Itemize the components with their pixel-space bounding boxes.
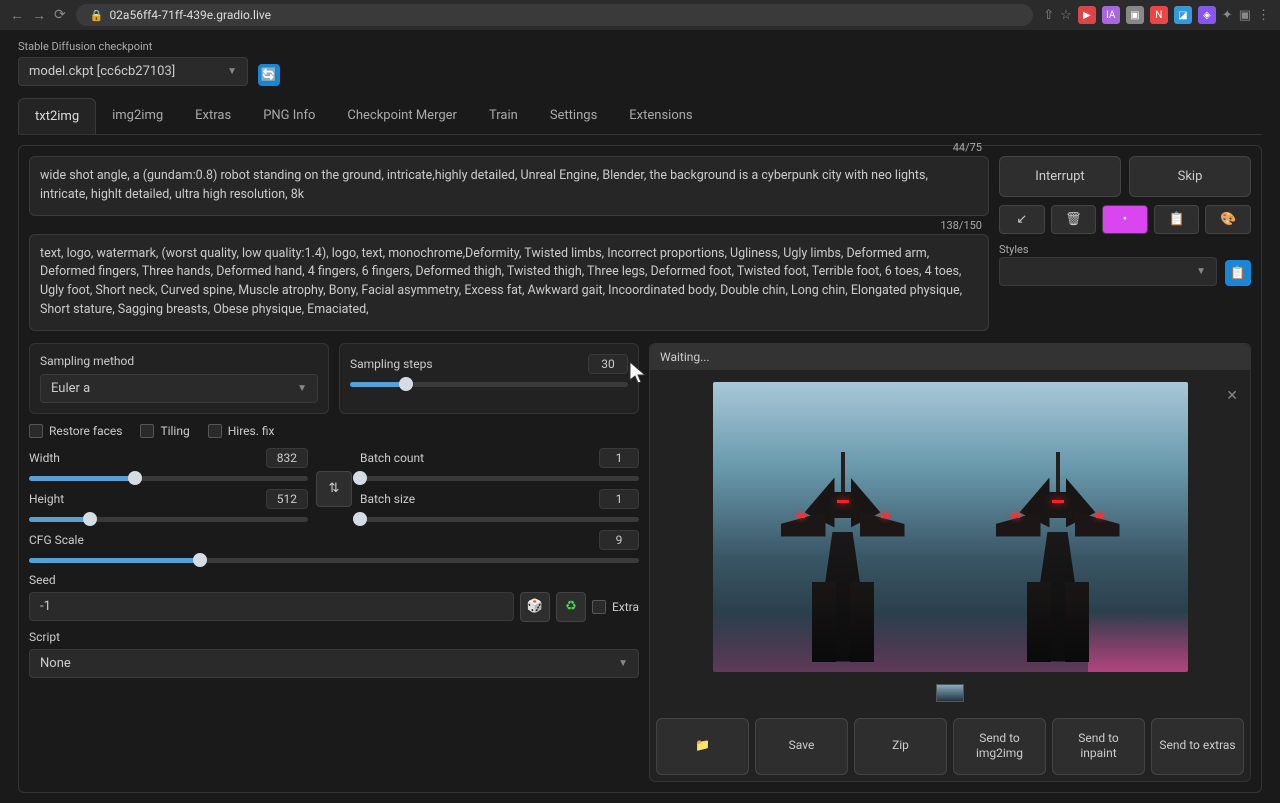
height-value[interactable]: 512 <box>266 489 308 509</box>
batch-size-label: Batch size <box>360 492 415 506</box>
url-bar[interactable]: 🔒 02a56ff4-71ff-439e.gradio.live <box>76 4 1034 26</box>
tab-txt2img[interactable]: txt2img <box>18 98 96 134</box>
apply-style-button[interactable]: 📋 <box>1225 260 1251 286</box>
chevron-down-icon: ▼ <box>227 66 237 77</box>
ext-icon-5[interactable]: ◪ <box>1174 6 1192 24</box>
seed-label: Seed <box>29 573 56 587</box>
ext-icon-6[interactable]: ◈ <box>1198 6 1216 24</box>
sampling-method-dropdown[interactable]: Euler a ▼ <box>40 374 318 403</box>
chevron-down-icon: ▼ <box>618 658 628 669</box>
checkpoint-value: model.ckpt [cc6cb27103] <box>29 64 175 79</box>
batch-size-value[interactable]: 1 <box>599 489 639 509</box>
read-params-icon[interactable]: ↙ <box>999 205 1045 234</box>
batch-size-slider[interactable] <box>360 517 639 522</box>
styles-dropdown[interactable]: ▼ <box>999 257 1217 286</box>
hires-fix-checkbox[interactable]: Hires. fix <box>208 424 275 438</box>
checkpoint-label: Stable Diffusion checkpoint <box>18 40 248 53</box>
checkpoint-dropdown[interactable]: model.ckpt [cc6cb27103] ▼ <box>18 57 248 86</box>
seed-input[interactable]: -1 <box>29 592 514 621</box>
ext-puzzle-icon[interactable]: ✦ <box>1222 8 1233 23</box>
reuse-seed-button[interactable]: ♻ <box>556 592 586 622</box>
tab-extras[interactable]: Extras <box>179 98 247 134</box>
script-dropdown[interactable]: None ▼ <box>29 649 639 678</box>
url-text: 02a56ff4-71ff-439e.gradio.live <box>109 8 271 22</box>
batch-count-slider[interactable] <box>360 476 639 481</box>
restore-faces-checkbox[interactable]: Restore faces <box>29 424 122 438</box>
sampling-method-value: Euler a <box>51 381 90 396</box>
batch-count-value[interactable]: 1 <box>599 448 639 468</box>
output-status: Waiting... <box>650 344 1250 370</box>
tab-train[interactable]: Train <box>473 98 534 134</box>
ext-icon-1[interactable]: ▶ <box>1078 6 1096 24</box>
cfg-label: CFG Scale <box>29 533 84 547</box>
star-icon[interactable]: ☆ <box>1060 8 1072 23</box>
skip-button[interactable]: Skip <box>1129 156 1251 197</box>
sampling-steps-value[interactable]: 30 <box>588 354 628 374</box>
random-seed-button[interactable]: 🎲 <box>520 592 550 622</box>
cfg-value[interactable]: 9 <box>599 530 639 550</box>
tab-pnginfo[interactable]: PNG Info <box>247 98 331 134</box>
back-icon[interactable]: ← <box>10 7 24 24</box>
tab-checkpoint-merger[interactable]: Checkpoint Merger <box>331 98 473 134</box>
tab-settings[interactable]: Settings <box>534 98 613 134</box>
ext-icon-2[interactable]: IA <box>1102 6 1120 24</box>
refresh-checkpoint-button[interactable]: 🔄 <box>258 64 280 86</box>
close-image-icon[interactable]: ✕ <box>1226 388 1238 404</box>
send-to-extras-button[interactable]: Send to extras <box>1151 718 1244 775</box>
sampling-steps-label: Sampling steps <box>350 357 433 371</box>
tabs-nav: txt2img img2img Extras PNG Info Checkpoi… <box>18 98 1262 135</box>
sampling-steps-slider[interactable] <box>350 382 628 387</box>
height-slider[interactable] <box>29 517 308 522</box>
batch-count-label: Batch count <box>360 451 424 465</box>
cfg-slider[interactable] <box>29 558 639 563</box>
clear-prompt-icon[interactable]: 🗑 <box>1051 205 1097 234</box>
extra-networks-icon[interactable]: • <box>1102 205 1148 234</box>
tab-extensions[interactable]: Extensions <box>613 98 708 134</box>
interrupt-button[interactable]: Interrupt <box>999 156 1121 197</box>
save-style-icon[interactable]: 🎨 <box>1205 205 1251 234</box>
script-label: Script <box>29 630 60 644</box>
generated-image[interactable] <box>713 382 1188 672</box>
swap-dims-button[interactable]: ⇅ <box>316 471 352 507</box>
prompt-counter: 44/75 <box>953 141 982 154</box>
width-value[interactable]: 832 <box>266 448 308 468</box>
open-folder-button[interactable]: 📁 <box>656 718 749 775</box>
lock-icon: 🔒 <box>90 9 104 22</box>
ext-panel-icon[interactable]: ▣ <box>1239 8 1251 23</box>
sampling-method-label: Sampling method <box>40 354 318 368</box>
tiling-checkbox[interactable]: Tiling <box>140 424 189 438</box>
chevron-down-icon: ▼ <box>1196 266 1206 277</box>
forward-icon[interactable]: → <box>32 7 46 24</box>
menu-icon[interactable]: ⋮ <box>1257 8 1270 23</box>
seed-extra-checkbox[interactable]: Extra <box>592 600 639 614</box>
reload-icon[interactable]: ⟳ <box>54 7 66 24</box>
width-label: Width <box>29 451 60 465</box>
save-button[interactable]: Save <box>755 718 848 775</box>
thumbnail[interactable] <box>936 684 964 702</box>
ext-icon-3[interactable]: ▣ <box>1126 6 1144 24</box>
share-icon[interactable]: ⇧ <box>1043 8 1054 23</box>
script-value: None <box>40 656 71 671</box>
send-to-img2img-button[interactable]: Send to img2img <box>953 718 1046 775</box>
prompt-textarea[interactable]: wide shot angle, a (gundam:0.8) robot st… <box>40 167 978 205</box>
negative-counter: 138/150 <box>940 219 982 232</box>
styles-label: Styles <box>999 243 1029 256</box>
height-label: Height <box>29 492 64 506</box>
clipboard-icon[interactable]: 📋 <box>1154 205 1200 234</box>
send-to-inpaint-button[interactable]: Send to inpaint <box>1052 718 1145 775</box>
chevron-down-icon: ▼ <box>297 383 307 394</box>
width-slider[interactable] <box>29 476 308 481</box>
ext-icon-4[interactable]: N <box>1150 6 1168 24</box>
zip-button[interactable]: Zip <box>854 718 947 775</box>
tab-img2img[interactable]: img2img <box>96 98 179 134</box>
negative-prompt-textarea[interactable]: text, logo, watermark, (worst quality, l… <box>40 245 978 320</box>
